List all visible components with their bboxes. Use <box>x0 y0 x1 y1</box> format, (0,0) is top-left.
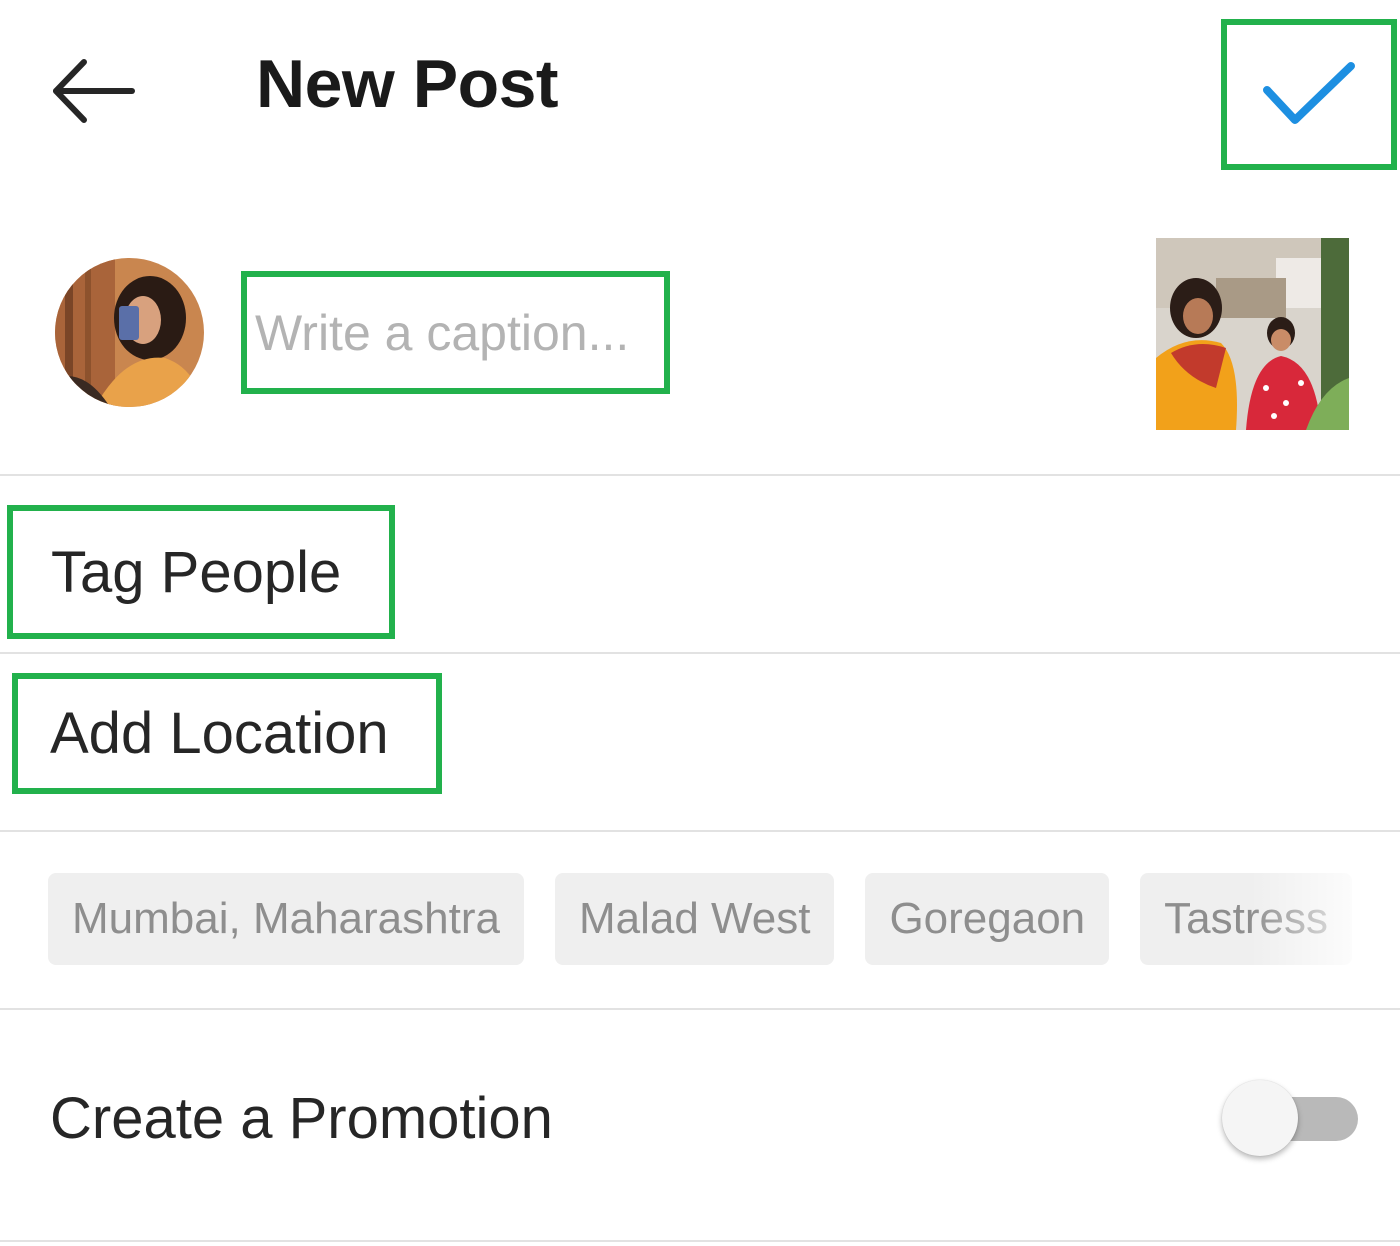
divider <box>0 830 1400 832</box>
create-promotion-label: Create a Promotion <box>50 1086 553 1151</box>
location-chip[interactable]: Malad West <box>554 873 835 965</box>
avatar <box>55 258 204 407</box>
tag-people-button[interactable]: Tag People <box>7 505 395 639</box>
divider <box>0 474 1400 476</box>
add-location-button[interactable]: Add Location <box>12 673 442 794</box>
back-button[interactable] <box>40 50 145 132</box>
location-chip[interactable]: Mumbai, Maharashtra <box>48 873 524 965</box>
location-suggestions: Mumbai, Maharashtra Malad West Goregaon … <box>48 873 1400 967</box>
toggle-knob <box>1222 1080 1298 1156</box>
divider <box>0 1008 1400 1010</box>
location-chip[interactable]: Goregaon <box>865 873 1110 965</box>
share-confirm-button[interactable] <box>1221 19 1397 170</box>
arrow-left-icon <box>52 59 135 123</box>
caption-field-container[interactable] <box>241 271 670 394</box>
divider <box>0 652 1400 654</box>
post-photo-thumbnail <box>1156 238 1349 430</box>
location-chip[interactable]: Tastress <box>1140 873 1352 965</box>
tag-people-label: Tag People <box>51 539 342 605</box>
add-location-label: Add Location <box>50 701 389 766</box>
checkmark-icon <box>1263 61 1355 124</box>
page-title: New Post <box>256 46 559 122</box>
promotion-toggle[interactable] <box>1218 1078 1364 1160</box>
divider <box>0 1240 1400 1242</box>
caption-input[interactable] <box>255 303 664 362</box>
